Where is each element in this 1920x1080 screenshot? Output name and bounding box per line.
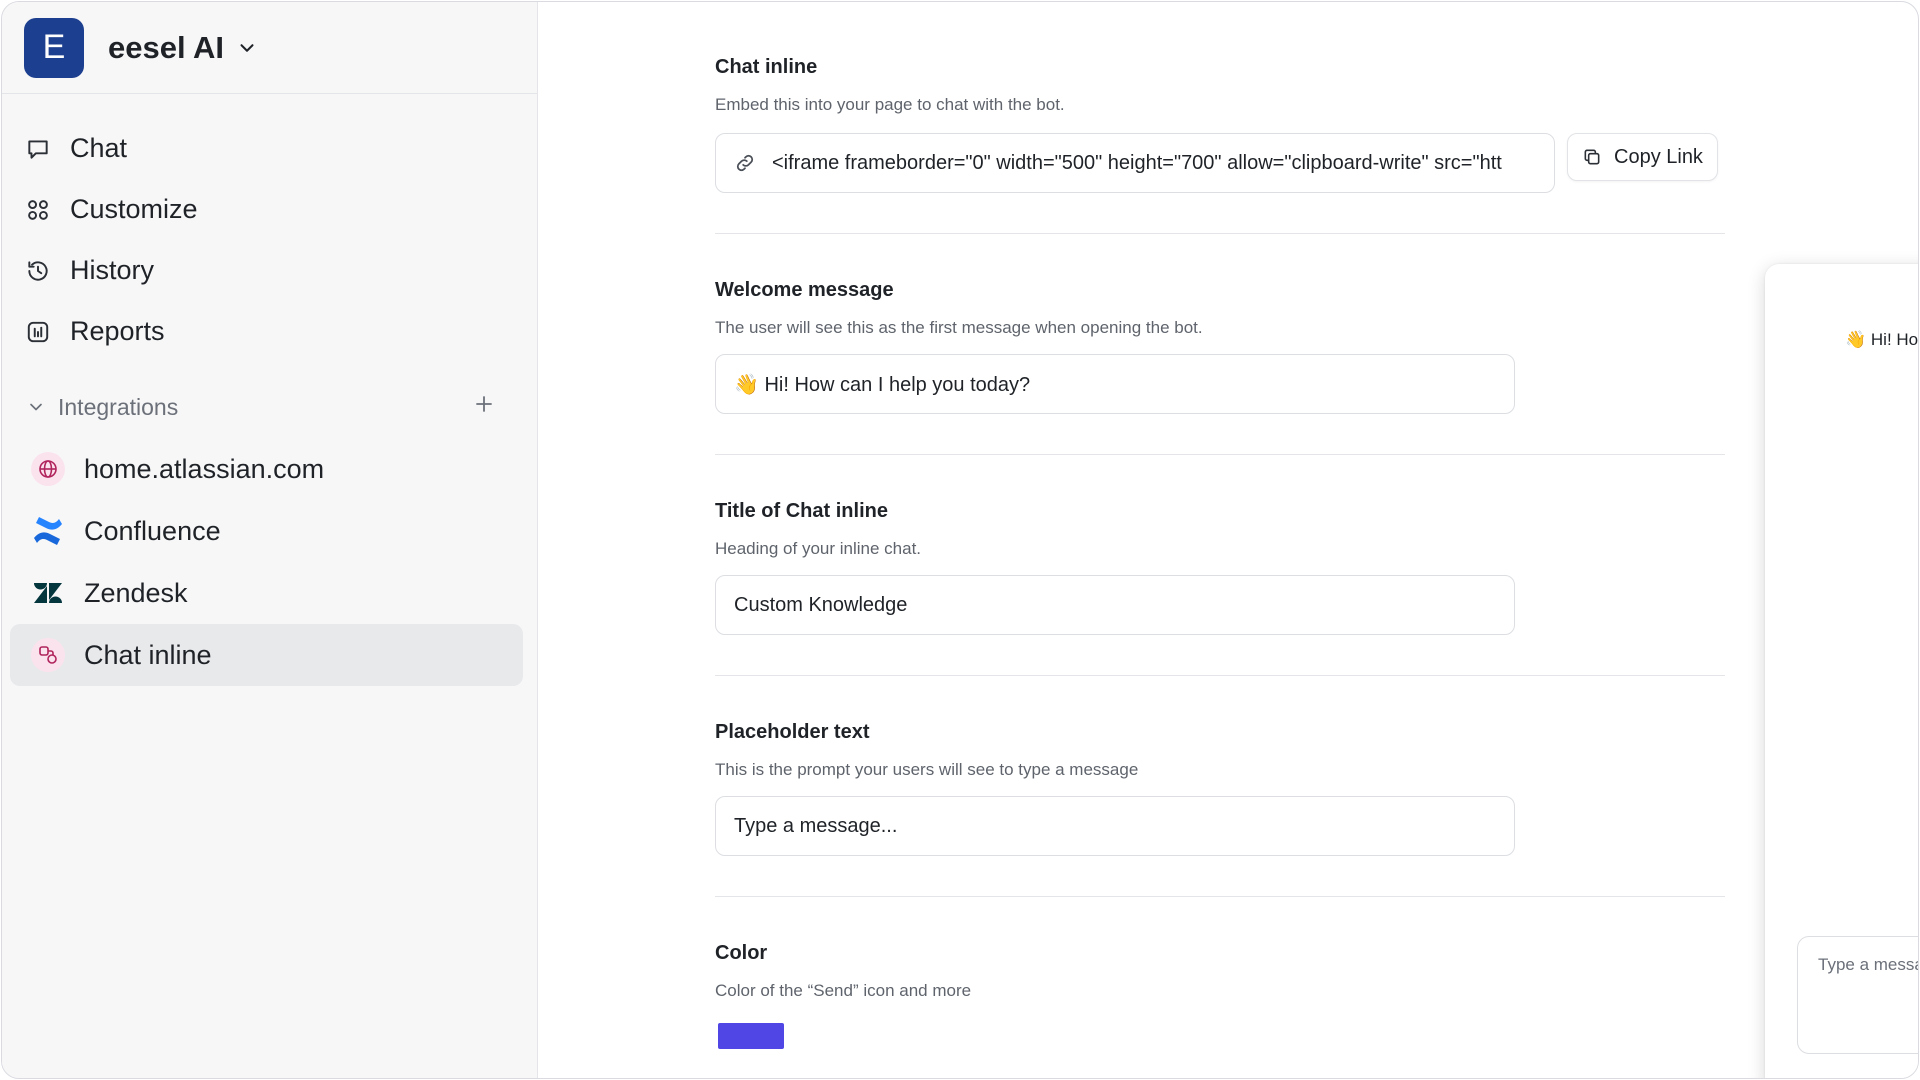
integration-item-atlassian[interactable]: home.atlassian.com <box>10 438 523 500</box>
section-title: Chat inline <box>715 56 818 78</box>
placeholder-text-value: Type a message... <box>734 814 898 837</box>
chevron-down-icon <box>236 37 258 59</box>
integration-item-confluence[interactable]: Confluence <box>10 500 523 562</box>
app-window: E eesel AI Chat Customize History Report… <box>1 1 1919 1079</box>
integration-item-chat-inline[interactable]: Chat inline <box>10 624 523 686</box>
integrations-list: home.atlassian.com Confluence Zendesk Ch… <box>2 438 537 686</box>
divider <box>715 233 1725 234</box>
copy-link-button[interactable]: Copy Link <box>1567 133 1718 181</box>
integrations-header[interactable]: Integrations <box>2 382 537 432</box>
placeholder-section: Placeholder text This is the prompt your… <box>715 721 1725 780</box>
color-swatch[interactable] <box>718 1023 784 1049</box>
sidebar: E eesel AI Chat Customize History Report… <box>2 2 538 1078</box>
nav-item-reports[interactable]: Reports <box>2 301 537 362</box>
nav-item-label: History <box>70 255 155 285</box>
section-description: The user will see this as the first mess… <box>715 318 1203 337</box>
welcome-message-value: 👋 Hi! How can I help you today? <box>734 373 1031 396</box>
chat-preview-panel: 👋 Hi! How can I help you today? Type a m… <box>1765 264 1919 1078</box>
section-description: This is the prompt your users will see t… <box>715 760 1139 779</box>
preview-message-input[interactable]: Type a message... <box>1797 936 1919 1054</box>
chevron-down-icon <box>26 396 48 418</box>
integration-label: Confluence <box>84 515 221 546</box>
chat-title-value: Custom Knowledge <box>734 593 908 616</box>
section-description: Heading of your inline chat. <box>715 539 922 558</box>
nav-item-chat[interactable]: Chat <box>2 118 537 179</box>
nav-item-customize[interactable]: Customize <box>2 179 537 240</box>
welcome-message-input[interactable]: 👋 Hi! How can I help you today? <box>715 354 1515 414</box>
title-section: Title of Chat inline Heading of your inl… <box>715 500 1725 559</box>
chat-bubble-icon <box>24 135 52 163</box>
main-nav: Chat Customize History Reports <box>2 94 537 362</box>
grid-icon <box>24 196 52 224</box>
embed-code-field[interactable]: <iframe frameborder="0" width="500" heig… <box>715 133 1555 193</box>
workspace-avatar: E <box>24 17 84 78</box>
link-icon <box>734 151 758 175</box>
workspace-switcher[interactable]: E eesel AI <box>2 2 537 94</box>
embed-code-text: <iframe frameborder="0" width="500" heig… <box>772 151 1502 174</box>
integrations-label: Integrations <box>58 393 179 420</box>
section-title: Welcome message <box>715 279 894 301</box>
divider <box>715 454 1725 455</box>
section-title: Title of Chat inline <box>715 500 888 522</box>
nav-item-label: Customize <box>70 194 198 224</box>
copy-icon <box>1582 146 1604 168</box>
chat-title-input[interactable]: Custom Knowledge <box>715 575 1515 635</box>
welcome-section: Welcome message The user will see this a… <box>715 279 1725 338</box>
workspace-name: eesel AI <box>108 29 225 65</box>
section-title: Placeholder text <box>715 721 870 743</box>
integration-item-zendesk[interactable]: Zendesk <box>10 562 523 624</box>
divider <box>715 896 1725 897</box>
integration-label: home.atlassian.com <box>84 453 325 484</box>
copy-link-label: Copy Link <box>1614 145 1703 168</box>
nav-item-history[interactable]: History <box>2 240 537 301</box>
section-description: Color of the “Send” icon and more <box>715 981 972 1000</box>
divider <box>715 675 1725 676</box>
color-section: Color Color of the “Send” icon and more <box>715 942 1725 1001</box>
globe-icon <box>30 451 66 487</box>
placeholder-text-input[interactable]: Type a message... <box>715 796 1515 856</box>
preview-welcome-message: 👋 Hi! How can I help you today? <box>1845 330 1919 349</box>
embed-section: Chat inline Embed this into your page to… <box>715 56 1725 115</box>
section-title: Color <box>715 942 768 964</box>
nav-item-label: Reports <box>70 316 165 346</box>
history-icon <box>24 257 52 285</box>
reports-icon <box>24 318 52 346</box>
nav-item-label: Chat <box>70 133 128 163</box>
chat-inline-icon <box>30 637 66 673</box>
section-description: Embed this into your page to chat with t… <box>715 95 1065 114</box>
confluence-icon <box>30 513 66 549</box>
integration-label: Zendesk <box>84 577 188 608</box>
zendesk-icon <box>30 575 66 611</box>
integration-label: Chat inline <box>84 639 212 670</box>
add-integration-icon[interactable] <box>472 392 498 418</box>
preview-input-placeholder: Type a message... <box>1818 955 1919 974</box>
main-content: Chat inline Embed this into your page to… <box>539 2 1919 1078</box>
